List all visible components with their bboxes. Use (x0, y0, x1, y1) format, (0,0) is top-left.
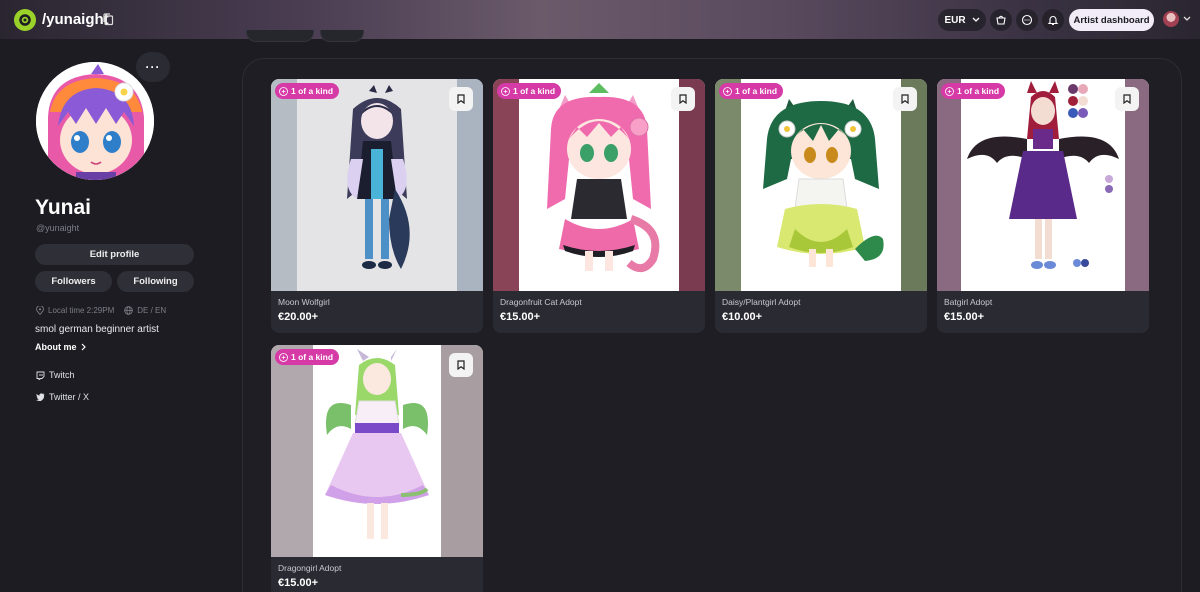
listing-image[interactable] (493, 79, 705, 291)
profile-bio: smol german beginner artist (35, 324, 159, 335)
bookmark-button[interactable] (449, 87, 473, 111)
listing-title: Dragonfruit Cat Adopt (500, 297, 582, 307)
sparkle-icon (723, 86, 732, 96)
sparkle-icon (501, 86, 510, 96)
chevron-down-icon[interactable] (1183, 16, 1191, 22)
bookmark-button[interactable] (893, 87, 917, 111)
logo-icon[interactable] (14, 9, 36, 31)
listing-card[interactable]: 1 of a kind Dragongirl Adopt €15.00+ (271, 345, 483, 592)
bookmark-icon (457, 360, 465, 370)
listing-title: Daisy/Plantgirl Adopt (722, 297, 801, 307)
chevron-down-icon (972, 17, 980, 22)
listing-card[interactable]: 1 of a kind Dragonfruit Cat Adopt €15.00… (493, 79, 705, 333)
sparkle-icon (279, 352, 288, 362)
notifications-button[interactable] (1042, 9, 1064, 31)
currency-value: EUR (944, 14, 966, 26)
social-link-label: Twitter / X (49, 392, 90, 402)
artist-dashboard-button[interactable]: Artist dashboard (1069, 9, 1154, 31)
profile-handle: @yunaight (36, 223, 80, 233)
listing-image[interactable] (271, 79, 483, 291)
user-avatar[interactable] (1163, 11, 1179, 27)
languages: DE / EN (137, 306, 167, 315)
followers-button[interactable]: Followers (35, 271, 112, 292)
bookmark-icon (679, 94, 687, 104)
bookmark-button[interactable] (1115, 87, 1139, 111)
sparkle-icon (945, 86, 954, 96)
currency-select[interactable]: EUR (938, 9, 986, 31)
profile-name: Yunai (35, 196, 92, 219)
listing-info[interactable]: Moon Wolfgirl €20.00+ (271, 291, 483, 333)
social-link-twitter[interactable]: Twitter / X (36, 392, 89, 402)
one-of-a-kind-badge: 1 of a kind (719, 83, 784, 99)
listing-price: €10.00+ (722, 311, 763, 323)
bookmark-button[interactable] (671, 87, 695, 111)
chat-icon (1021, 14, 1033, 26)
filter-tab[interactable] (320, 30, 364, 42)
listing-title: Moon Wolfgirl (278, 297, 330, 307)
badge-label: 1 of a kind (957, 86, 1000, 96)
one-of-a-kind-badge: 1 of a kind (275, 349, 340, 365)
badge-label: 1 of a kind (735, 86, 778, 96)
more-options-button[interactable]: ··· (136, 52, 170, 82)
listing-image[interactable] (715, 79, 927, 291)
listing-title: Dragongirl Adopt (278, 563, 342, 573)
about-me-label: About me (35, 342, 77, 352)
following-button[interactable]: Following (117, 271, 194, 292)
listing-info[interactable]: Daisy/Plantgirl Adopt €10.00+ (715, 291, 927, 333)
social-link-label: Twitch (49, 370, 75, 380)
listing-price: €15.00+ (944, 311, 985, 323)
profile-avatar (36, 62, 154, 180)
messages-button[interactable] (1016, 9, 1038, 31)
local-time: Local time 2:29PM (48, 306, 115, 315)
badge-label: 1 of a kind (291, 86, 334, 96)
top-bar: /yunaight EUR Artist dashboard (0, 0, 1200, 39)
twitter-icon (36, 393, 45, 401)
listing-title: Batgirl Adopt (944, 297, 993, 307)
listing-price: €15.00+ (500, 311, 541, 323)
listing-card[interactable]: 1 of a kind Daisy/Plantgirl Adopt €10.00… (715, 79, 927, 333)
twitch-icon (36, 371, 45, 380)
basket-icon (996, 15, 1006, 25)
listing-price: €15.00+ (278, 577, 319, 589)
globe-icon (124, 306, 134, 315)
bookmark-button[interactable] (449, 353, 473, 377)
copy-icon[interactable] (102, 13, 114, 26)
bookmark-icon (901, 94, 909, 104)
bookmark-icon (1123, 94, 1131, 104)
listing-card[interactable]: 1 of a kind Moon Wolfgirl €20.00+ (271, 79, 483, 333)
sparkle-icon (279, 86, 288, 96)
social-link-twitch[interactable]: Twitch (36, 370, 75, 380)
one-of-a-kind-badge: 1 of a kind (497, 83, 562, 99)
site-name[interactable]: /yunaight (42, 11, 109, 28)
one-of-a-kind-badge: 1 of a kind (941, 83, 1006, 99)
edit-profile-button[interactable]: Edit profile (35, 244, 194, 265)
about-me-link[interactable]: About me (35, 342, 86, 352)
listing-price: €20.00+ (278, 311, 319, 323)
cart-button[interactable] (990, 9, 1012, 31)
filter-tab[interactable] (246, 30, 314, 42)
one-of-a-kind-badge: 1 of a kind (275, 83, 340, 99)
bell-icon (1047, 16, 1059, 26)
listing-info[interactable]: Dragonfruit Cat Adopt €15.00+ (493, 291, 705, 333)
listing-info[interactable]: Batgirl Adopt €15.00+ (937, 291, 1149, 333)
location-pin-icon (36, 306, 44, 315)
chevron-right-icon (81, 343, 86, 351)
listing-image[interactable] (271, 345, 483, 557)
bookmark-icon (457, 94, 465, 104)
listing-info[interactable]: Dragongirl Adopt €15.00+ (271, 557, 483, 592)
badge-label: 1 of a kind (513, 86, 556, 96)
listing-image[interactable] (937, 79, 1149, 291)
listing-card[interactable]: 1 of a kind Batgirl Adopt €15.00+ (937, 79, 1149, 333)
badge-label: 1 of a kind (291, 352, 334, 362)
profile-meta: Local time 2:29PM DE / EN (36, 306, 166, 315)
